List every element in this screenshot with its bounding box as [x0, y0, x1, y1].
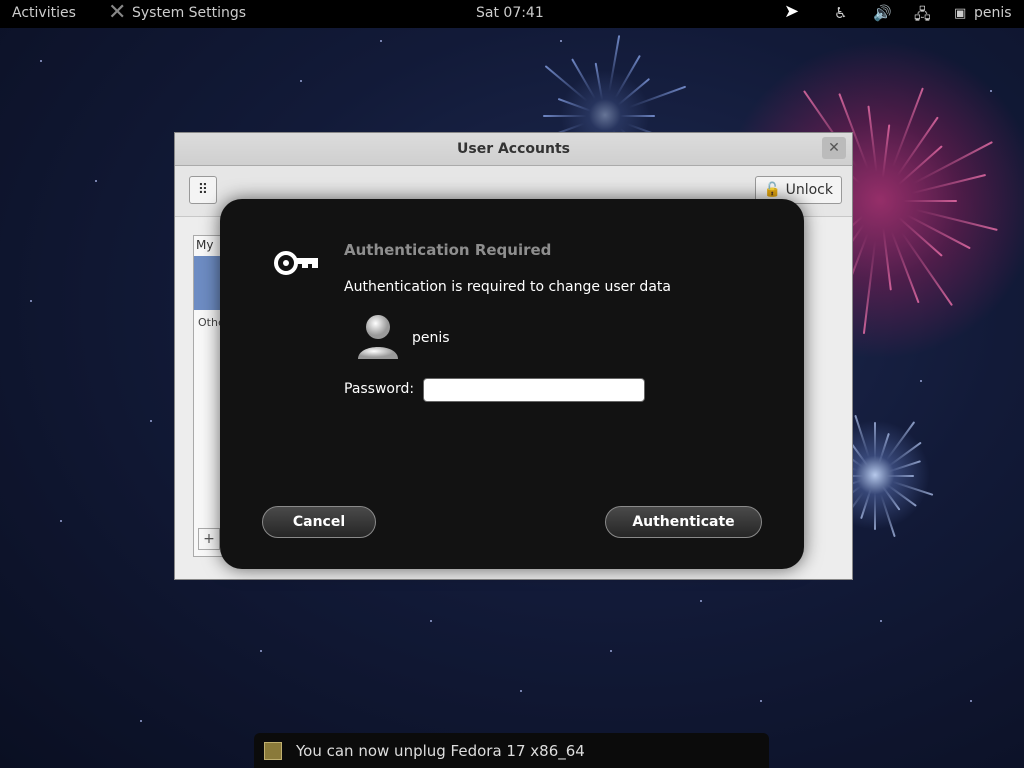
star [760, 700, 762, 702]
star [140, 720, 142, 722]
password-label: Password: [344, 381, 415, 397]
dialog-description: Authentication is required to change use… [344, 279, 671, 295]
app-menu[interactable]: ✕ System Settings [108, 2, 246, 24]
star [560, 40, 562, 42]
firework-ray [874, 476, 876, 531]
cancel-button[interactable]: Cancel [262, 506, 376, 538]
username-label: penis [412, 330, 450, 346]
accounts-sidebar: My Other + [193, 235, 229, 557]
star [880, 620, 882, 622]
star [520, 690, 522, 692]
grid-icon: ⠿ [197, 182, 209, 198]
star [380, 40, 382, 42]
avatar [358, 315, 398, 359]
star [610, 650, 612, 652]
authentication-dialog: Authentication Required Authentication i… [220, 199, 804, 569]
add-account-button[interactable]: + [198, 528, 220, 550]
star [40, 60, 42, 62]
dialog-heading: Authentication Required [344, 241, 552, 259]
volume-icon[interactable]: 🔊 [873, 4, 892, 22]
authenticate-button[interactable]: Authenticate [605, 506, 762, 538]
close-button[interactable]: ✕ [822, 137, 846, 159]
clock[interactable]: Sat 07:41 [476, 5, 544, 21]
star [970, 700, 972, 702]
account-list-item-selected[interactable] [194, 256, 222, 310]
star [990, 90, 992, 92]
user-menu[interactable]: penis [974, 5, 1012, 21]
activities-button[interactable]: Activities [12, 5, 76, 21]
firework-ray [543, 115, 605, 117]
star [60, 520, 62, 522]
firework-ray [880, 200, 957, 202]
star [150, 420, 152, 422]
window-title: User Accounts [457, 141, 570, 157]
network-icon[interactable]: 🖧 [914, 4, 931, 29]
star [700, 600, 702, 602]
user-menu-icon[interactable]: ▣ [954, 6, 966, 21]
show-all-button[interactable]: ⠿ [189, 176, 217, 204]
star [95, 180, 97, 182]
star [300, 80, 302, 82]
star [920, 380, 922, 382]
star [30, 300, 32, 302]
lock-icon: 🔓 [763, 182, 782, 198]
system-settings-icon: ✕ [108, 0, 127, 25]
star [260, 650, 262, 652]
firework-ray [604, 85, 687, 117]
password-field[interactable] [423, 378, 645, 402]
top-bar: Activities ✕ System Settings Sat 07:41 ➤… [0, 0, 1024, 28]
accessibility-icon[interactable]: ♿ [834, 4, 847, 22]
star [430, 620, 432, 622]
notification-text: You can now unplug Fedora 17 x86_64 [296, 742, 585, 760]
notification-banner[interactable]: You can now unplug Fedora 17 x86_64 [254, 733, 769, 768]
window-titlebar[interactable]: User Accounts ✕ [175, 133, 852, 166]
usb-drive-icon [264, 742, 282, 760]
key-icon [274, 251, 318, 275]
mouse-pointer-icon: ➤ [784, 1, 800, 22]
unlock-label: Unlock [785, 182, 833, 198]
sidebar-header: My [196, 238, 214, 252]
